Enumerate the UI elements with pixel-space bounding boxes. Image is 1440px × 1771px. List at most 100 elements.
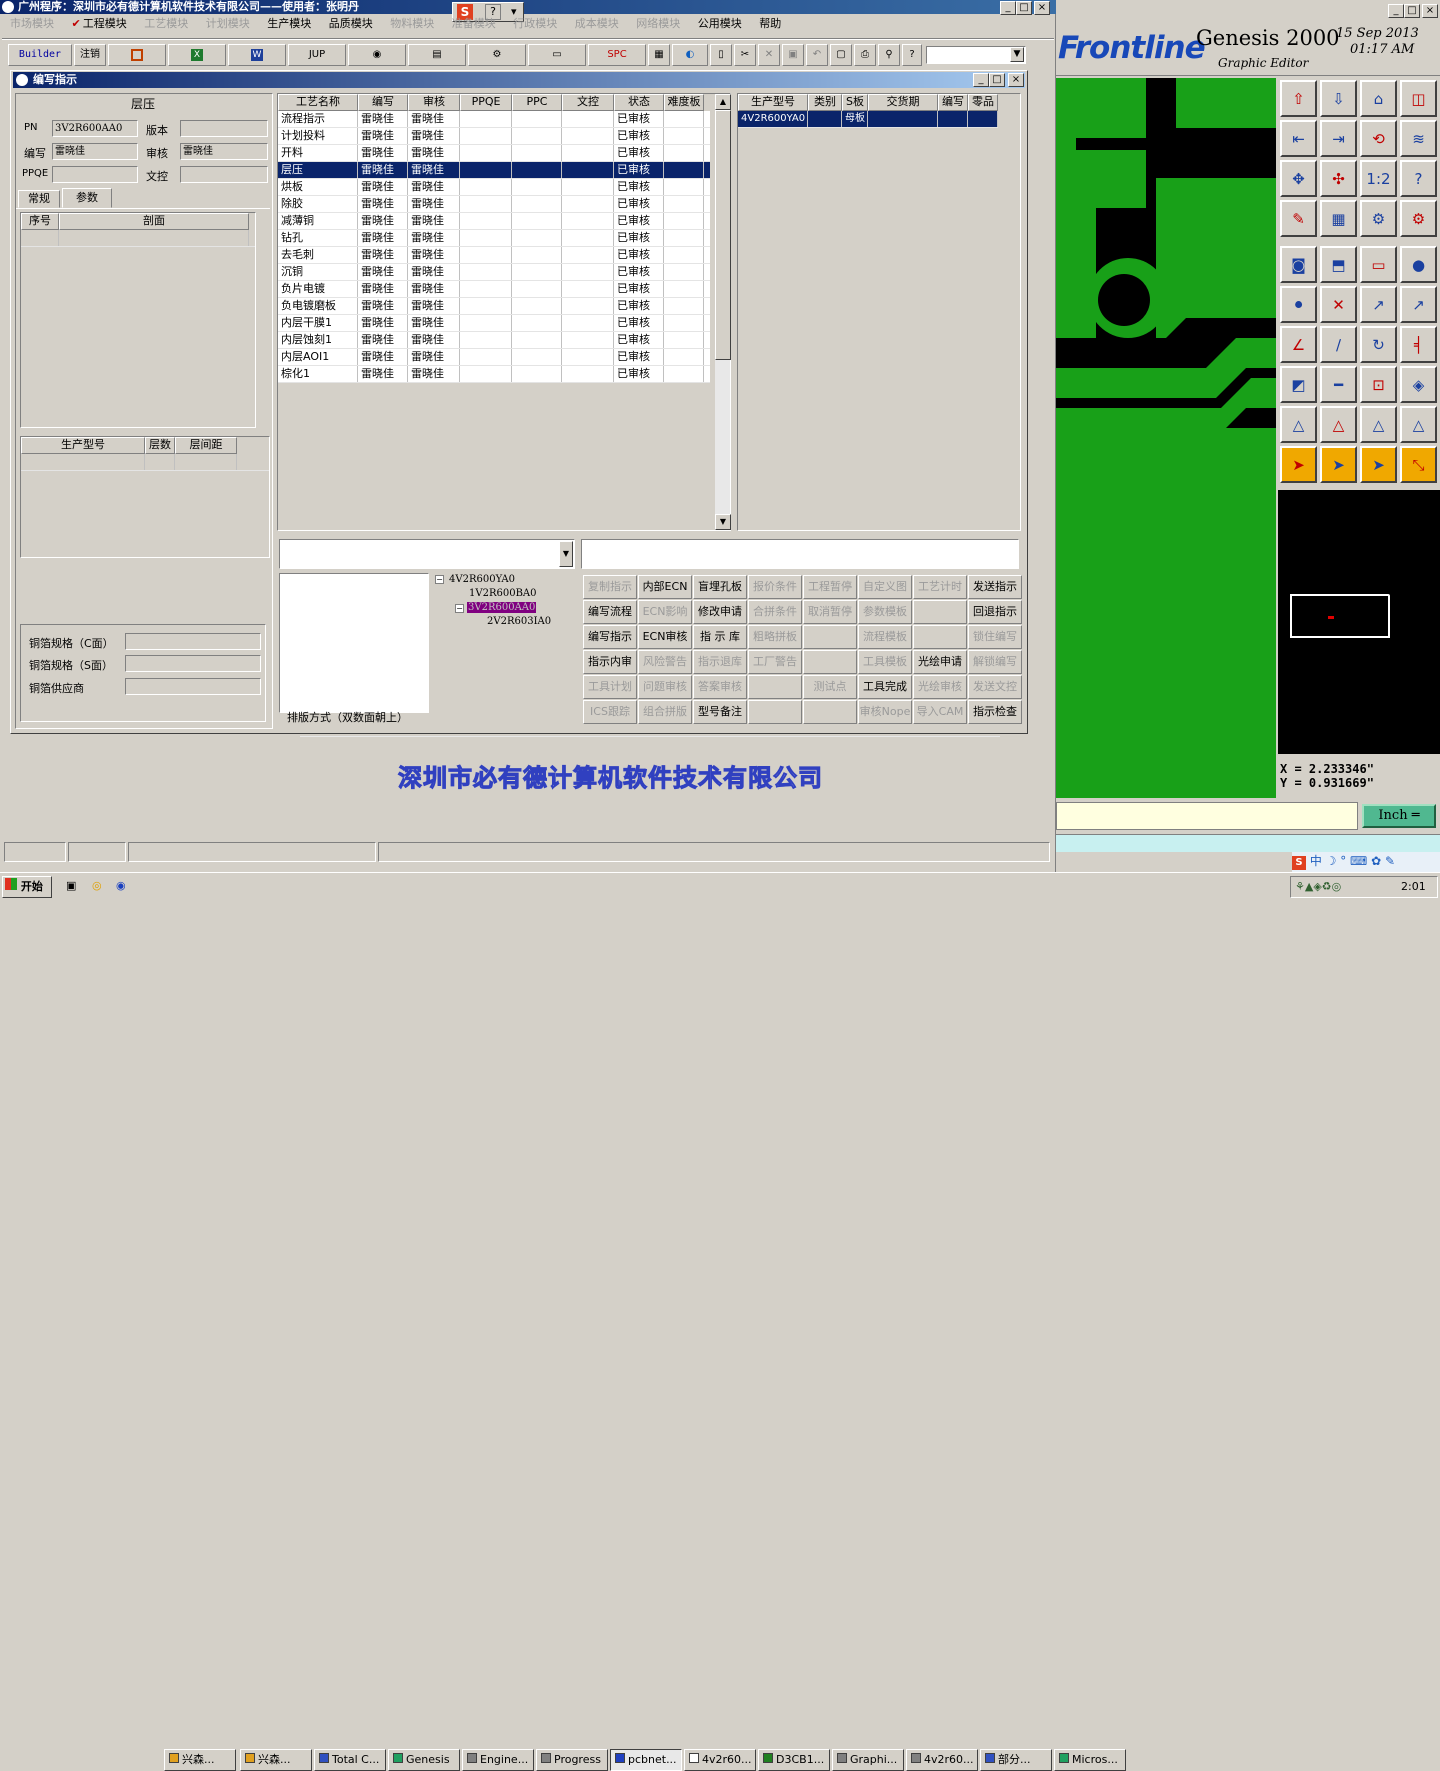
tab-params[interactable]: 参数 bbox=[62, 188, 112, 208]
pan-up-icon[interactable]: ⇧ bbox=[1280, 80, 1317, 117]
excel-icon[interactable]: X bbox=[168, 44, 226, 66]
action-button[interactable]: 粗略拼板 bbox=[748, 625, 802, 649]
home-icon[interactable]: ⌂ bbox=[1360, 80, 1397, 117]
process-row-selected[interactable]: 层压 雷晓佳 雷晓佳 已审核 bbox=[278, 162, 710, 179]
writer-field[interactable]: 雷晓佳 bbox=[52, 143, 138, 160]
menu-quality[interactable]: 品质模块 bbox=[329, 17, 373, 30]
layer-icon[interactable]: ⚙ bbox=[1360, 200, 1397, 237]
scroll-up-button[interactable]: ▲ bbox=[715, 94, 731, 110]
select-icon[interactable]: ➤ bbox=[1360, 446, 1397, 483]
scroll-down-button[interactable]: ▼ bbox=[715, 514, 731, 530]
menu-admin[interactable]: 行政模块 bbox=[513, 17, 557, 30]
menu-cost[interactable]: 成本模块 bbox=[575, 17, 619, 30]
taskbar-item[interactable]: Micros... bbox=[1054, 1749, 1126, 1771]
menu-plan[interactable]: 计划模块 bbox=[206, 17, 250, 30]
action-button[interactable]: 报价条件 bbox=[748, 575, 802, 599]
tab-general[interactable]: 常规 bbox=[18, 190, 60, 208]
process-row[interactable]: 内层蚀刻1 雷晓佳 雷晓佳 已审核 bbox=[278, 332, 710, 349]
action-button[interactable]: 编写流程 bbox=[583, 600, 637, 624]
flip-icon[interactable]: ╡ bbox=[1400, 326, 1437, 363]
rotate-icon[interactable]: ⟲ bbox=[1360, 120, 1397, 157]
taskbar-item[interactable]: 兴森... bbox=[240, 1749, 312, 1771]
process-combo[interactable]: ▼ bbox=[279, 539, 575, 569]
remark-field[interactable] bbox=[581, 539, 1019, 569]
process-row[interactable]: 除胶 雷晓佳 雷晓佳 已审核 bbox=[278, 196, 710, 213]
line-icon[interactable]: ━ bbox=[1320, 366, 1357, 403]
model-grid[interactable]: 生产型号 层数 层间距 bbox=[20, 436, 270, 558]
action-button[interactable]: 光绘审核 bbox=[913, 675, 967, 699]
redraw-icon[interactable]: ≋ bbox=[1400, 120, 1437, 157]
process-row[interactable]: 烘板 雷晓佳 雷晓佳 已审核 bbox=[278, 179, 710, 196]
print-icon[interactable]: ⎙ bbox=[854, 44, 876, 66]
quicklaunch-icon[interactable]: ◎ bbox=[92, 879, 102, 892]
copper-s-field[interactable] bbox=[125, 655, 261, 672]
action-button[interactable]: ICS跟踪 bbox=[583, 700, 637, 724]
ppqe-field[interactable] bbox=[52, 166, 138, 183]
triangle-icon[interactable]: △ bbox=[1280, 406, 1317, 443]
minimize-button[interactable]: _ bbox=[1000, 1, 1016, 15]
jup-button[interactable]: JUP bbox=[288, 44, 346, 66]
model-tree[interactable]: − 4V2R600YA0 1V2R600BA0 − 3V2R600AA0 2V2… bbox=[431, 573, 579, 723]
action-button[interactable]: 工程暂停 bbox=[803, 575, 857, 599]
process-row[interactable]: 棕化1 雷晓佳 雷晓佳 已审核 bbox=[278, 366, 710, 383]
database-icon[interactable]: ▤ bbox=[408, 44, 466, 66]
undo-icon[interactable]: ↻ bbox=[1360, 326, 1397, 363]
model-list-grid[interactable]: 生产型号 类别 S板 交货期 编写 零品 4V2R600YA0 母板 bbox=[737, 93, 1021, 531]
calculator-icon[interactable]: ▦ bbox=[648, 44, 670, 66]
action-button[interactable]: 光绘申请 bbox=[913, 650, 967, 674]
action-button[interactable]: 盲埋孔板 bbox=[693, 575, 747, 599]
maximize-button[interactable]: □ bbox=[1016, 1, 1032, 15]
menu-craft[interactable]: 工艺模块 bbox=[144, 17, 188, 30]
triangle-icon[interactable]: △ bbox=[1400, 406, 1437, 443]
action-button[interactable]: 导入CAM bbox=[913, 700, 967, 724]
delete-icon[interactable]: ✕ bbox=[758, 44, 780, 66]
column-header[interactable]: 难度板 bbox=[664, 94, 704, 111]
select-icon[interactable]: ➤ bbox=[1320, 446, 1357, 483]
process-row[interactable]: 流程指示 雷晓佳 雷晓佳 已审核 bbox=[278, 111, 710, 128]
tree-node[interactable]: 2V2R603IA0 bbox=[487, 616, 551, 627]
sogou-icon[interactable]: S bbox=[1292, 856, 1306, 870]
text-control-field[interactable] bbox=[180, 166, 268, 183]
action-button[interactable]: 发送文控 bbox=[968, 675, 1022, 699]
help-icon[interactable]: ? bbox=[902, 44, 922, 66]
find-icon[interactable]: ⚲ bbox=[878, 44, 900, 66]
action-button[interactable]: 参数模板 bbox=[858, 600, 912, 624]
move-icon[interactable]: ◩ bbox=[1280, 366, 1317, 403]
globe-icon[interactable]: ◐ bbox=[672, 44, 708, 66]
menu-network[interactable]: 网络模块 bbox=[636, 17, 680, 30]
genesis-minimize-button[interactable]: _ bbox=[1388, 4, 1404, 18]
computer-icon[interactable]: ▭ bbox=[528, 44, 586, 66]
close-button[interactable]: × bbox=[1034, 1, 1050, 15]
action-button[interactable]: 修改申请 bbox=[693, 600, 747, 624]
model-row-selected[interactable]: 4V2R600YA0 母板 bbox=[738, 111, 998, 128]
process-scrollbar[interactable]: ▲ ▼ bbox=[714, 94, 731, 530]
taskbar-item[interactable]: Progress bbox=[536, 1749, 608, 1771]
tools-icon[interactable]: ⚙ bbox=[468, 44, 526, 66]
action-button[interactable]: 指 示 库 bbox=[693, 625, 747, 649]
arc-icon[interactable]: ∕ bbox=[1320, 326, 1357, 363]
taskbar-item[interactable]: D3CB1... bbox=[758, 1749, 830, 1771]
action-button[interactable]: 组合拼版 bbox=[638, 700, 692, 724]
quicklaunch-icon[interactable]: ▣ bbox=[66, 879, 76, 892]
scroll-thumb[interactable] bbox=[715, 110, 731, 360]
ruler-icon[interactable]: ▭ bbox=[1360, 246, 1397, 283]
quicklaunch-icon[interactable]: ◉ bbox=[116, 879, 126, 892]
column-header[interactable]: 交货期 bbox=[868, 94, 938, 111]
layer-icon[interactable]: ⚙ bbox=[1400, 200, 1437, 237]
process-row[interactable]: 减薄铜 雷晓佳 雷晓佳 已审核 bbox=[278, 213, 710, 230]
taskbar-item[interactable]: Engine... bbox=[462, 1749, 534, 1771]
measure-icon[interactable]: ⊡ bbox=[1360, 366, 1397, 403]
action-button[interactable]: 工具模板 bbox=[858, 650, 912, 674]
tree-node-selected[interactable]: 3V2R600AA0 bbox=[467, 602, 537, 613]
polygon-icon[interactable]: ⬒ bbox=[1320, 246, 1357, 283]
taskbar-item[interactable]: Total C... bbox=[314, 1749, 386, 1771]
action-button[interactable]: 答案审核 bbox=[693, 675, 747, 699]
action-button[interactable]: 复制指示 bbox=[583, 575, 637, 599]
action-button[interactable]: 发送指示 bbox=[968, 575, 1022, 599]
angle-icon[interactable]: ∠ bbox=[1280, 326, 1317, 363]
column-header[interactable]: 编写 bbox=[938, 94, 968, 111]
taskbar-item[interactable]: 兴森... bbox=[164, 1749, 236, 1771]
column-header[interactable]: 零品 bbox=[968, 94, 998, 111]
column-header[interactable]: 工艺名称 bbox=[278, 94, 358, 111]
action-button[interactable]: 测试点 bbox=[803, 675, 857, 699]
